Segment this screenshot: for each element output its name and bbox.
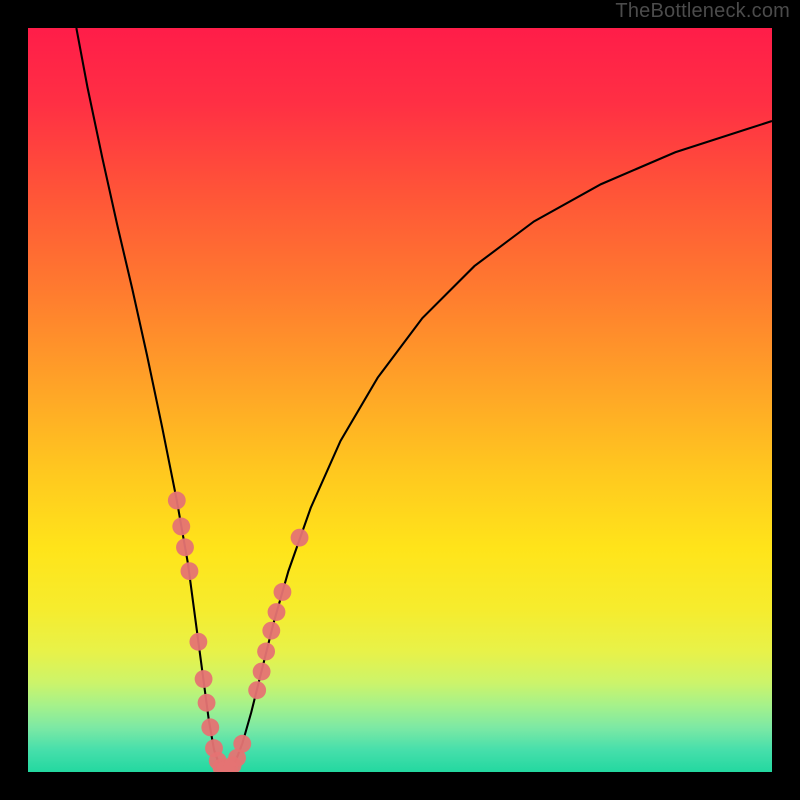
curve-marker bbox=[248, 681, 266, 699]
curve-layer bbox=[28, 28, 772, 772]
curve-marker bbox=[253, 663, 271, 681]
curve-marker bbox=[268, 603, 286, 621]
curve-marker bbox=[189, 633, 207, 651]
curve-marker bbox=[274, 583, 292, 601]
curve-marker bbox=[172, 518, 190, 536]
curve-marker bbox=[176, 538, 194, 556]
curve-marker bbox=[257, 643, 275, 661]
curve-marker bbox=[181, 562, 199, 580]
watermark-text: TheBottleneck.com bbox=[615, 0, 790, 23]
curve-marker bbox=[195, 670, 213, 688]
curve-marker bbox=[201, 718, 219, 736]
marker-group bbox=[168, 492, 309, 772]
curve-marker bbox=[198, 694, 216, 712]
curve-marker bbox=[262, 622, 280, 640]
chart-frame: TheBottleneck.com bbox=[0, 0, 800, 800]
curve-marker bbox=[233, 735, 251, 753]
plot-area bbox=[28, 28, 772, 772]
curve-marker bbox=[168, 492, 186, 510]
curve-marker bbox=[291, 529, 309, 547]
bottleneck-curve bbox=[76, 28, 772, 770]
